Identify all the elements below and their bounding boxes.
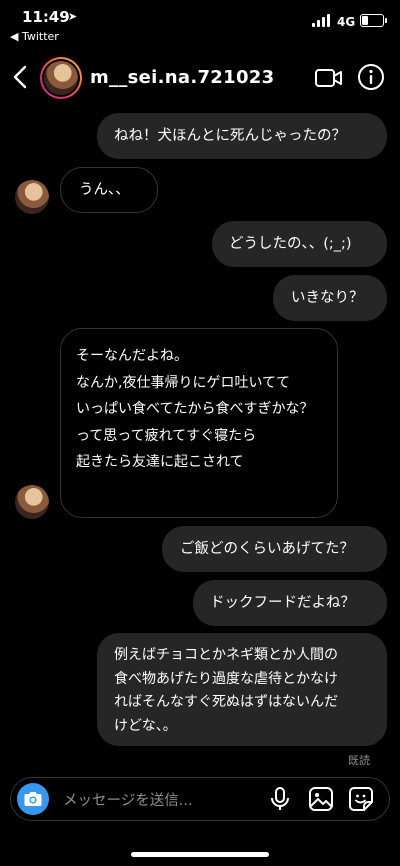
info-icon[interactable] [356, 62, 386, 92]
battery-tip [385, 18, 387, 23]
battery-icon [360, 14, 384, 27]
message-text: ご飯どのくらいあげてた？ [180, 541, 354, 557]
sender-avatar[interactable] [15, 485, 49, 519]
signal-icon [312, 14, 332, 27]
message-sent[interactable]: ドックフードだよね？ [193, 580, 387, 626]
message-text: ドックフードだよね？ [210, 595, 355, 611]
gallery-icon[interactable] [308, 786, 334, 812]
sticker-icon[interactable] [348, 786, 374, 812]
message-sent[interactable]: ねね！犬ほんとに死んじゃったの？ [97, 113, 387, 159]
message-line: って思って疲れてすぐ寝たら [76, 427, 257, 444]
camera-button[interactable] [17, 783, 49, 815]
avatar[interactable] [40, 57, 82, 99]
network-type: 4G [337, 15, 356, 29]
microphone-icon[interactable] [268, 786, 292, 812]
sender-avatar[interactable] [15, 180, 49, 214]
home-indicator[interactable] [131, 852, 269, 857]
message-line: 食べ物あげたり過度な虐待とかなけ [114, 670, 338, 687]
status-time: 11:49 [22, 8, 70, 26]
message-sent[interactable]: ご飯どのくらいあげてた？ [162, 526, 387, 572]
camera-icon [24, 792, 42, 806]
read-receipt: 既読 [348, 754, 370, 767]
video-call-icon[interactable] [314, 64, 344, 92]
message-sent[interactable]: 例えばチョコとかネギ類とか人間の 食べ物あげたり過度な虐待とかなけ ればそんなす… [97, 633, 387, 746]
message-text: どうしたの、、(;_;) [229, 236, 352, 252]
message-line: 起きたら友達に起こされて [76, 454, 244, 470]
username[interactable]: m__sei.na.721023 [90, 67, 274, 88]
message-sent[interactable]: いきなり？ [273, 275, 387, 321]
conversation-header: m__sei.na.721023 [0, 50, 400, 106]
message-input[interactable]: メッセージを送信... [63, 789, 193, 810]
message-text: ねね！犬ほんとに死んじゃったの？ [114, 128, 346, 144]
message-line: いっぱい食べてたから食べすぎかな？ [76, 401, 314, 417]
location-arrow-icon: ➤ [68, 10, 78, 23]
message-received[interactable]: そーなんだよね。 なんか,夜仕事帰りにゲロ吐いてて いっぱい食べてたから食べすぎ… [60, 328, 338, 518]
status-bar: 11:49 ➤ ◀ Twitter 4G [0, 0, 400, 44]
message-sent[interactable]: どうしたの、、(;_;) [212, 221, 387, 267]
message-text: うん、、 [79, 182, 130, 198]
chevron-left-icon[interactable] [8, 62, 34, 92]
message-received[interactable]: うん、、 [60, 167, 158, 213]
message-text: いきなり？ [291, 290, 364, 306]
message-line: なんか,夜仕事帰りにゲロ吐いてて [76, 374, 291, 391]
back-to-app-link[interactable]: ◀ Twitter [10, 30, 59, 43]
message-line: そーなんだよね。 [76, 348, 188, 364]
message-composer: メッセージを送信... [10, 777, 390, 821]
message-line: 例えばチョコとかネギ類とか人間の [114, 647, 338, 663]
message-line: けどな、。 [114, 717, 177, 734]
message-line: ればそんなすぐ死ぬはずはないんだ [114, 694, 338, 710]
